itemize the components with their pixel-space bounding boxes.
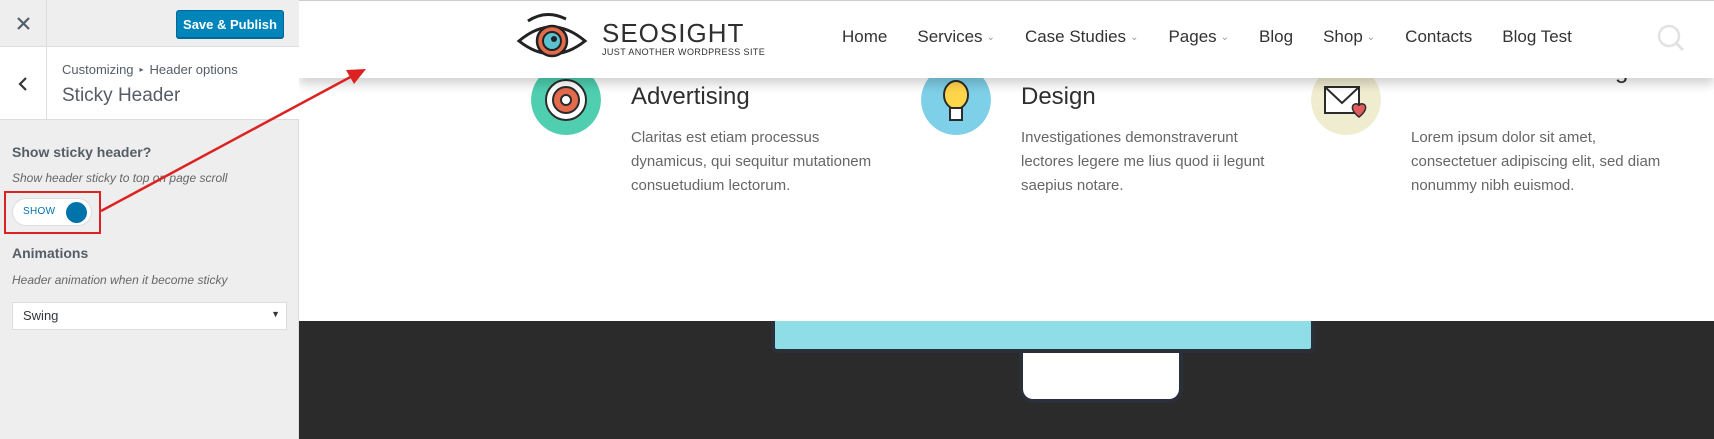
chevron-down-icon: ⌄ [1220,31,1230,43]
site-preview: SEOSIGHT JUST ANOTHER WORDPRESS SITE Hom… [299,0,1714,439]
animation-select-value: Swing [23,308,59,323]
nav-item-shop[interactable]: Shop ⌄ [1323,27,1375,47]
select-caret-icon: ▼ [271,309,280,319]
chevron-down-icon: ⌄ [1130,31,1139,43]
customizer-header: Save & Publish [0,0,299,47]
breadcrumb-section: Header options [149,62,238,77]
breadcrumb: Customizing ▸ Header options [62,62,238,77]
search-icon[interactable] [1657,24,1685,52]
feature-text: Claritas est etiam processus dynamicus, … [631,129,872,194]
toggle-knob [66,202,87,223]
nav-item-services[interactable]: Services ⌄ [917,27,995,47]
animation-select[interactable]: Swing ▼ [12,302,287,330]
sticky-header-description: Show header sticky to top on page scroll [12,171,228,185]
nav-item-blog[interactable]: Blog [1259,27,1293,47]
eye-logo-icon[interactable] [516,11,588,63]
feature-text: Lorem ipsum dolor sit amet, consectetuer… [1411,129,1661,194]
site-tagline: JUST ANOTHER WORDPRESS SITE [602,47,766,57]
nav-item-pages[interactable]: Pages ⌄ [1168,27,1229,47]
breadcrumb-separator-icon: ▸ [139,65,144,74]
chevron-down-icon: ⌄ [1366,31,1376,43]
section-header: Customizing ▸ Header options Sticky Head… [0,47,299,120]
nav-label: Home [842,27,888,46]
main-nav: Home Services ⌄ Case Studies ⌄ Pages ⌄ B… [842,27,1602,47]
customizer-sidebar: Save & Publish Customizing ▸ Header opti… [0,0,299,439]
sticky-site-header: SEOSIGHT JUST ANOTHER WORDPRESS SITE Hom… [299,0,1714,78]
chevron-down-icon: ⌄ [986,31,995,43]
sticky-header-title: Show sticky header? [12,144,152,160]
toggle-label: SHOW [23,206,56,217]
nav-label: Services [917,27,983,46]
save-publish-button[interactable]: Save & Publish [176,10,284,38]
section-title: Sticky Header [62,85,181,106]
nav-label: Case Studies [1024,27,1127,46]
chevron-left-icon [18,76,27,91]
nav-item-contacts[interactable]: Contacts [1405,27,1472,47]
monitor-illustration-screen [771,321,1315,353]
nav-label: Pages [1168,27,1217,46]
nav-item-blog-test[interactable]: Blog Test [1502,27,1572,47]
close-customizer-button[interactable] [0,0,47,47]
sticky-header-toggle[interactable]: SHOW [12,198,92,226]
monitor-illustration-stand [1019,353,1183,403]
nav-item-case-studies[interactable]: Case Studies ⌄ [1025,27,1139,47]
nav-label: Shop [1323,27,1363,46]
nav-label: Contacts [1405,27,1473,46]
nav-item-home[interactable]: Home [842,27,887,47]
feature-text: Investigationes demonstraverunt lectores… [1021,129,1265,194]
back-button[interactable] [0,47,47,120]
animations-description: Header animation when it become sticky [12,273,228,287]
nav-label: Blog Test [1502,27,1572,46]
site-logo-title[interactable]: SEOSIGHT [602,18,744,49]
breadcrumb-root: Customizing [62,62,134,77]
close-icon [16,17,30,30]
dark-section [299,321,1714,439]
nav-label: Blog [1259,27,1294,46]
animations-title: Animations [12,245,89,261]
